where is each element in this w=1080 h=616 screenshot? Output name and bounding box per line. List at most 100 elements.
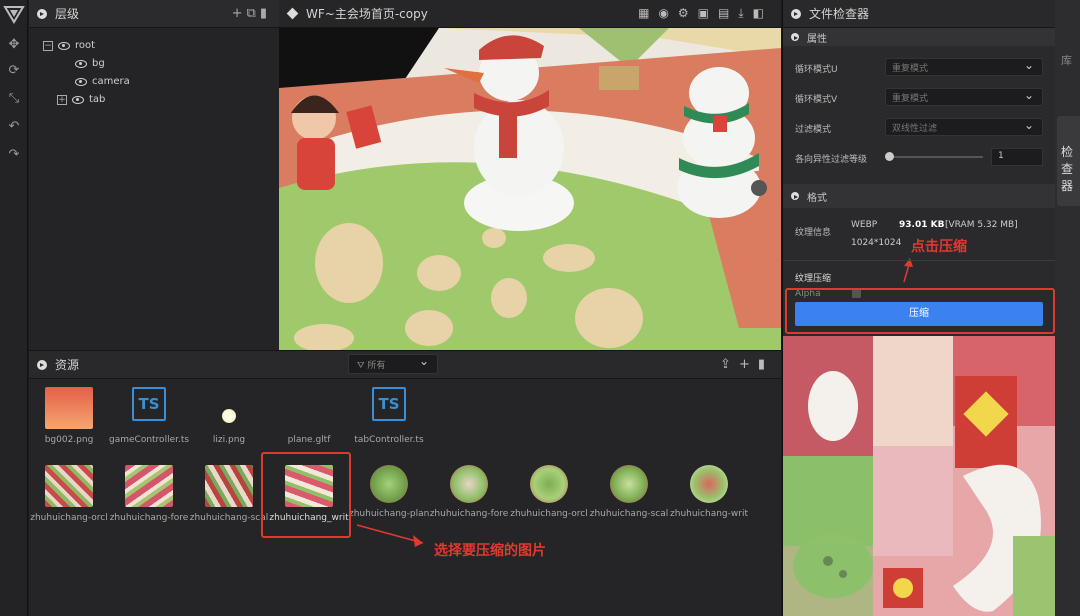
format-section-header[interactable]: 格式 [783, 184, 1056, 208]
tree-label: bg [92, 58, 105, 69]
filter-icon: ⛛ [357, 361, 368, 371]
inspector-collapse-icon[interactable] [791, 8, 801, 19]
hierarchy-title: 层级 [55, 7, 80, 21]
assets-header: 资源 ⛛ 所有 ⌄ ⇪+▮ [29, 351, 781, 379]
asset-item[interactable]: zhuhuichang-orcl [509, 465, 589, 519]
texture-dimensions: 1024*1024 [851, 238, 902, 248]
asset-thumbnail [205, 465, 253, 507]
asset-filter-select[interactable]: ⛛ 所有 ⌄ [348, 354, 438, 374]
inspector-header: 文件检查器 [783, 0, 1055, 28]
attr-section-header[interactable]: 属性 [783, 28, 1056, 46]
asset-item[interactable]: lizi.png [189, 387, 269, 445]
filter-mode-select[interactable]: 双线性过滤 [885, 118, 1043, 136]
redo-icon[interactable]: ↷ [5, 146, 23, 164]
assets-collapse-icon[interactable] [37, 359, 47, 370]
aniso-slider-handle[interactable] [885, 152, 894, 161]
eye-icon[interactable] [75, 59, 87, 68]
aniso-input[interactable]: 1 [991, 148, 1043, 166]
asset-label: zhuhuichang-orcl [30, 513, 108, 523]
texture-preview [783, 336, 1056, 616]
scene-viewport[interactable] [279, 28, 781, 350]
asset-label: zhuhuichang-scal [189, 513, 269, 523]
asset-item[interactable]: zhuhuichang-fore [429, 465, 509, 519]
hierarchy-panel: 层级 +⧉▮ − root bg camera + tab [29, 0, 279, 350]
wrap-u-select[interactable]: 重复模式 [885, 58, 1043, 76]
asset-thumbnail [45, 387, 93, 429]
annotation-arrow [356, 524, 424, 547]
assets-title: 资源 [55, 358, 80, 372]
collapse-icon[interactable]: − [43, 40, 53, 51]
asset-item[interactable]: zhuhuichang-scal [589, 465, 669, 519]
asset-item[interactable]: zhuhuichang-fore [109, 465, 189, 523]
asset-label: gameController.ts [109, 435, 189, 445]
asset-item[interactable]: plane.gltf [269, 387, 349, 445]
hierarchy-header: 层级 +⧉▮ [29, 0, 279, 28]
asset-label: zhuhuichang-writ [670, 509, 748, 519]
aniso-slider-track[interactable] [889, 156, 983, 158]
asset-item[interactable]: zhuhuichang-scal [189, 465, 269, 523]
selection-highlight-box [261, 452, 351, 538]
expand-icon[interactable]: + [57, 94, 67, 105]
texture-format: WEBP [851, 220, 878, 230]
attr-section-title: 属性 [807, 33, 827, 45]
move-tool-icon[interactable]: ✥ [5, 36, 23, 54]
tool-strip: ✥ ⟳ ⤡ ↶ ↷ [0, 0, 28, 616]
asset-thumbnail [125, 465, 173, 507]
rotate-tool-icon[interactable]: ⟳ [5, 62, 23, 80]
asset-thumbnail [45, 465, 93, 507]
assets-actions-icons[interactable]: ⇪+▮ [720, 357, 773, 372]
texture-vram: [VRAM 5.32 MB] [945, 220, 1018, 230]
asset-thumbnail [530, 465, 568, 503]
asset-item[interactable]: zhuhuichang-plan [349, 465, 429, 519]
tree-item-camera[interactable]: camera [75, 76, 130, 87]
asset-label: zhuhuichang-plan [349, 509, 429, 519]
asset-thumbnail [610, 465, 648, 503]
hierarchy-collapse-icon[interactable] [37, 8, 47, 19]
aniso-label: 各向异性过滤等级 [795, 155, 868, 165]
wrap-v-value: 重复模式 [892, 94, 929, 104]
asset-label: plane.gltf [287, 435, 331, 445]
scene-toolbar-icons[interactable]: ▦◉⚙▣▤⤓◧ [638, 6, 773, 21]
library-tab[interactable]: 库 [1061, 52, 1072, 68]
asset-thumbnail [222, 409, 236, 423]
scene-illustration [279, 28, 781, 350]
texture-info-label: 纹理信息 [795, 228, 832, 238]
asset-label: zhuhuichang-fore [109, 513, 189, 523]
asset-label: zhuhuichang-fore [429, 509, 509, 519]
asset-label: tabController.ts [354, 435, 424, 445]
ts-file-icon: TS [372, 387, 406, 421]
filter-mode-value: 双线性过滤 [892, 124, 938, 134]
asset-item[interactable]: bg002.png [29, 387, 109, 445]
wrap-v-label: 循环模式V [795, 95, 838, 105]
texture-size: 93.01 KB [899, 220, 945, 230]
asset-thumbnail [450, 465, 488, 503]
inspector-panel: 文件检查器 属性 循环模式U 重复模式 循环模式V 重复模式 过滤模式 双线性过… [782, 0, 1056, 616]
asset-item[interactable]: TS tabController.ts [349, 387, 429, 445]
tree-item-bg[interactable]: bg [75, 58, 105, 69]
eye-icon[interactable] [75, 77, 87, 86]
wrap-u-label: 循环模式U [795, 65, 838, 75]
cube-icon [286, 7, 299, 20]
filter-value: 所有 [367, 361, 386, 371]
inspector-tab[interactable]: 检查器 [1061, 144, 1073, 195]
editor-window: ✥ ⟳ ⤡ ↶ ↷ 层级 +⧉▮ − root bg camera + tab WF… [0, 0, 1080, 616]
tree-item-tab[interactable]: + tab [57, 94, 105, 105]
asset-item[interactable]: zhuhuichang-orcl [29, 465, 109, 523]
eye-icon[interactable] [58, 41, 70, 50]
click-annotation-text: 点击压缩 [911, 239, 967, 255]
filter-mode-label: 过滤模式 [795, 125, 832, 135]
asset-label: zhuhuichang-orcl [510, 509, 588, 519]
wrap-v-select[interactable]: 重复模式 [885, 88, 1043, 106]
section-collapse-icon[interactable] [791, 33, 799, 41]
scene-title: WF~主会场首页-copy [306, 7, 428, 21]
tree-item-root[interactable]: − root [43, 40, 95, 51]
eye-icon[interactable] [72, 95, 84, 104]
scale-tool-icon[interactable]: ⤡ [5, 90, 23, 108]
asset-item[interactable]: zhuhuichang-writ [669, 465, 749, 519]
tree-label: tab [89, 94, 106, 105]
ts-file-icon: TS [132, 387, 166, 421]
undo-icon[interactable]: ↶ [5, 118, 23, 136]
section-collapse-icon[interactable] [791, 192, 799, 200]
asset-item[interactable]: TS gameController.ts [109, 387, 189, 445]
hierarchy-actions-icon[interactable]: +⧉▮ [232, 6, 271, 21]
